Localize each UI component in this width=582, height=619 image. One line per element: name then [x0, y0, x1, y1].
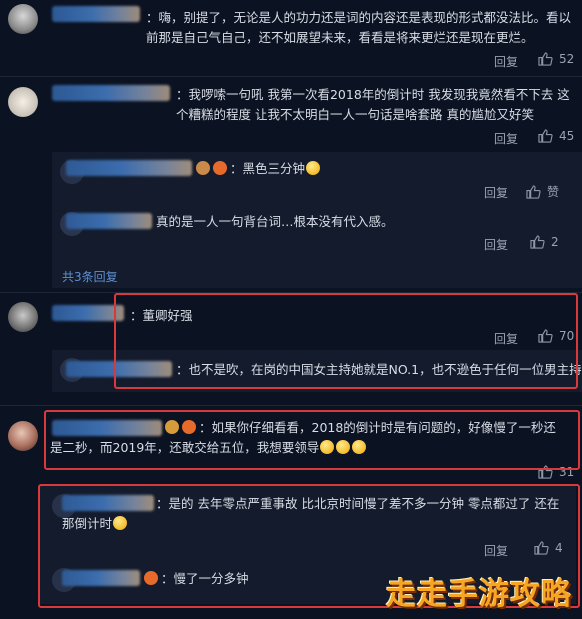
medal-icon — [213, 161, 227, 175]
thumbs-up-icon — [538, 129, 553, 143]
reply-button[interactable]: 回复 — [484, 184, 508, 201]
like-label: 赞 — [547, 185, 560, 199]
username[interactable] — [52, 85, 170, 101]
comment-text: ：我啰嗦一句吼 我第一次看2018年的倒计时 我发现我竟然看不下去 这个糟糕的程… — [176, 87, 570, 122]
thumbs-up-icon — [526, 184, 541, 199]
like-button[interactable]: 赞 — [526, 183, 559, 200]
divider — [0, 405, 582, 406]
like-button[interactable]: 45 — [538, 129, 574, 143]
username[interactable] — [52, 6, 140, 22]
like-count: 45 — [559, 129, 575, 143]
avatar[interactable] — [8, 302, 38, 332]
avatar[interactable] — [8, 421, 38, 451]
highlight-box — [114, 293, 578, 389]
reply-button[interactable]: 回复 — [494, 53, 518, 70]
username[interactable] — [66, 213, 152, 229]
avatar[interactable] — [8, 87, 38, 117]
reply-text: ：黑色三分钟 — [196, 159, 321, 179]
reply-button[interactable]: 回复 — [494, 130, 518, 147]
avatar[interactable] — [8, 4, 38, 34]
like-count: 52 — [559, 52, 575, 66]
emoji-icon — [306, 161, 321, 175]
watermark: 走走手游攻略 — [386, 577, 572, 612]
reply-text: 真的是一人一句背台词…根本没有代入感。 — [156, 214, 394, 229]
divider — [0, 76, 582, 77]
like-button[interactable]: 2 — [530, 235, 559, 249]
level-badge-icon — [196, 161, 210, 175]
comment-text: ：嗨，别提了，无论是人的功力还是词的内容还是表现的形式都没法比。看以前那是自己气… — [146, 10, 572, 45]
like-button[interactable]: 52 — [538, 52, 574, 66]
expand-replies-link[interactable]: 共3条回复 — [62, 268, 118, 285]
like-count: 2 — [551, 235, 559, 249]
highlight-box — [44, 410, 580, 470]
username[interactable] — [66, 160, 192, 176]
thumbs-up-icon — [538, 52, 553, 66]
thumbs-up-icon — [530, 235, 545, 249]
reply-button[interactable]: 回复 — [484, 236, 508, 253]
